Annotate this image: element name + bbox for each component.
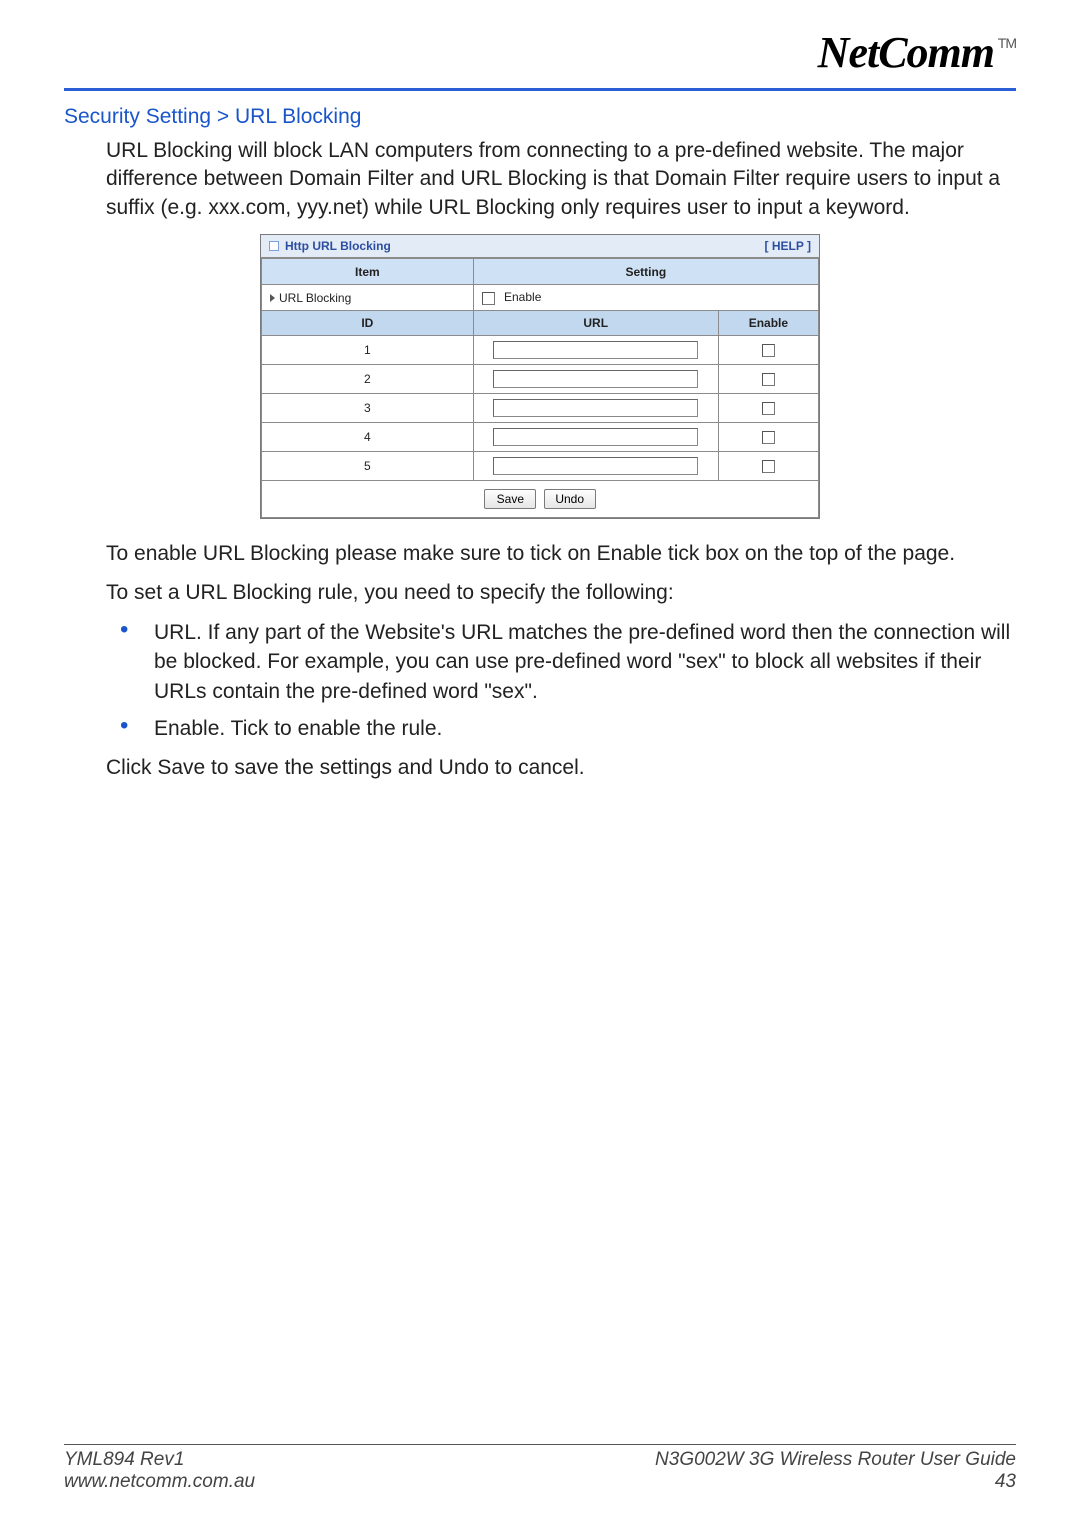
- row-id: 1: [262, 336, 474, 365]
- paragraph-save-undo: Click Save to save the settings and Undo…: [106, 753, 1016, 782]
- subcol-url: URL: [473, 311, 718, 336]
- intro-paragraph: URL Blocking will block LAN computers fr…: [106, 137, 1016, 222]
- save-button[interactable]: Save: [484, 489, 536, 509]
- row-id: 2: [262, 365, 474, 394]
- panel-icon: [269, 241, 279, 251]
- paragraph-specify: To set a URL Blocking rule, you need to …: [106, 578, 1016, 607]
- row-enable-checkbox-2[interactable]: [762, 373, 775, 386]
- trademark: TM: [998, 35, 1016, 51]
- undo-button[interactable]: Undo: [544, 489, 596, 509]
- row-enable-checkbox-3[interactable]: [762, 402, 775, 415]
- header-divider: [64, 88, 1016, 91]
- footer-url: www.netcomm.com.au: [64, 1471, 255, 1493]
- footer-page-number: 43: [655, 1471, 1016, 1493]
- enable-cell: Enable: [473, 285, 818, 311]
- subcol-id: ID: [262, 311, 474, 336]
- url-input-2[interactable]: [493, 370, 698, 388]
- row-id: 5: [262, 452, 474, 481]
- url-input-5[interactable]: [493, 457, 698, 475]
- url-blocking-label: URL Blocking: [262, 285, 474, 311]
- panel-header: Http URL Blocking [ HELP ]: [261, 235, 819, 258]
- footer-divider: [64, 1444, 1016, 1445]
- help-link[interactable]: [ HELP ]: [765, 239, 811, 253]
- row-enable-checkbox-4[interactable]: [762, 431, 775, 444]
- row-id: 3: [262, 394, 474, 423]
- footer-guide-title: N3G002W 3G Wireless Router User Guide: [655, 1449, 1016, 1471]
- row-id: 4: [262, 423, 474, 452]
- url-input-1[interactable]: [493, 341, 698, 359]
- url-input-3[interactable]: [493, 399, 698, 417]
- bullet-enable: Enable. Tick to enable the rule.: [106, 714, 1016, 743]
- url-input-4[interactable]: [493, 428, 698, 446]
- brand-name: NetComm: [818, 28, 994, 77]
- enable-checkbox[interactable]: [482, 292, 495, 305]
- panel-title: Http URL Blocking: [285, 239, 391, 253]
- paragraph-enable-tip: To enable URL Blocking please make sure …: [106, 539, 1016, 568]
- page-footer: YML894 Rev1 www.netcomm.com.au N3G002W 3…: [64, 1444, 1016, 1493]
- breadcrumb: Security Setting > URL Blocking: [64, 105, 1016, 129]
- enable-checkbox-label: Enable: [504, 290, 541, 304]
- col-item: Item: [262, 259, 474, 285]
- footer-doc-rev: YML894 Rev1: [64, 1449, 255, 1471]
- subcol-enable: Enable: [718, 311, 818, 336]
- brand-logo: NetComm TM: [818, 27, 1016, 78]
- row-enable-checkbox-5[interactable]: [762, 460, 775, 473]
- row-enable-checkbox-1[interactable]: [762, 344, 775, 357]
- url-blocking-panel: Http URL Blocking [ HELP ] Item Setting …: [260, 234, 820, 519]
- bullet-url: URL. If any part of the Website's URL ma…: [106, 618, 1016, 706]
- col-setting: Setting: [473, 259, 818, 285]
